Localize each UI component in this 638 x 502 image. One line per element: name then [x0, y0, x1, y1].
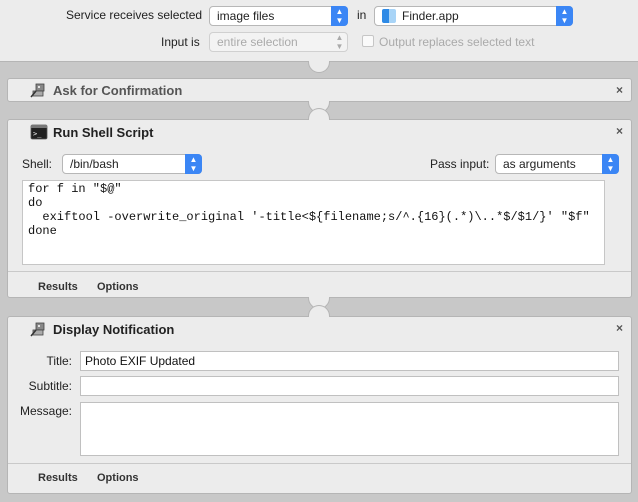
service-receives-label: Service receives selected	[66, 8, 203, 22]
run-shell-script-action: >_ Run Shell Script × Shell: /bin/bash ▲…	[7, 119, 632, 298]
pass-input-value: as arguments	[503, 157, 576, 171]
input-is-label: Input is	[161, 35, 200, 49]
subtitle-label: Subtitle:	[28, 379, 72, 393]
action-title: Run Shell Script	[53, 125, 154, 140]
shell-label: Shell:	[22, 157, 53, 171]
output-replaces-label: Output replaces selected text	[379, 35, 535, 49]
chevron-up-down-icon: ▲ ▼	[602, 154, 619, 174]
svg-text:>_: >_	[33, 130, 42, 138]
close-icon[interactable]: ×	[616, 321, 623, 335]
chevron-up-down-icon: ▲ ▼	[331, 6, 348, 26]
options-tab[interactable]: Options	[97, 281, 139, 293]
output-replaces-checkbox[interactable]	[362, 35, 374, 47]
notification-subtitle-field[interactable]	[80, 376, 619, 396]
service-header: Service receives selected image files ▲ ▼…	[0, 0, 638, 62]
chevron-up-down-icon: ▲ ▼	[335, 33, 344, 51]
results-tab[interactable]: Results	[38, 472, 78, 484]
script-editor[interactable]: for f in "$@" do exiftool -overwrite_ori…	[22, 180, 605, 265]
action-title: Ask for Confirmation	[53, 83, 183, 98]
action-title: Display Notification	[53, 322, 175, 337]
automator-robot-icon	[30, 322, 45, 337]
results-tab[interactable]: Results	[38, 281, 78, 293]
service-input-type-popup[interactable]: image files ▲ ▼	[209, 6, 348, 26]
finder-icon	[382, 9, 396, 23]
in-label: in	[357, 8, 367, 22]
footer-divider	[8, 271, 631, 272]
application-popup[interactable]: Finder.app ▲ ▼	[374, 6, 573, 26]
chevron-up-down-icon: ▲ ▼	[185, 154, 202, 174]
pass-input-popup[interactable]: as arguments ▲ ▼	[495, 154, 619, 174]
ask-for-confirmation-action[interactable]: Ask for Confirmation ×	[7, 78, 632, 102]
input-is-value: entire selection	[217, 35, 298, 49]
automator-robot-icon	[30, 83, 45, 98]
notification-title-field[interactable]: Photo EXIF Updated	[80, 351, 619, 371]
input-is-popup[interactable]: entire selection ▲ ▼	[209, 32, 348, 52]
footer-divider	[8, 463, 631, 464]
shell-popup[interactable]: /bin/bash ▲ ▼	[62, 154, 202, 174]
application-value: Finder.app	[402, 9, 459, 23]
title-label: Title:	[46, 354, 72, 368]
close-icon[interactable]: ×	[616, 124, 623, 138]
service-input-type-value: image files	[217, 9, 275, 23]
connector-notch	[308, 305, 330, 317]
notification-message-field[interactable]	[80, 402, 619, 456]
message-label: Message:	[19, 404, 72, 418]
shell-value: /bin/bash	[70, 157, 119, 171]
close-icon[interactable]: ×	[616, 83, 623, 97]
chevron-up-down-icon: ▲ ▼	[556, 6, 573, 26]
display-notification-action: Display Notification × Title: Photo EXIF…	[7, 316, 632, 494]
terminal-icon: >_	[30, 124, 48, 140]
options-tab[interactable]: Options	[97, 472, 139, 484]
connector-notch	[308, 61, 330, 73]
pass-input-label: Pass input:	[430, 157, 490, 171]
